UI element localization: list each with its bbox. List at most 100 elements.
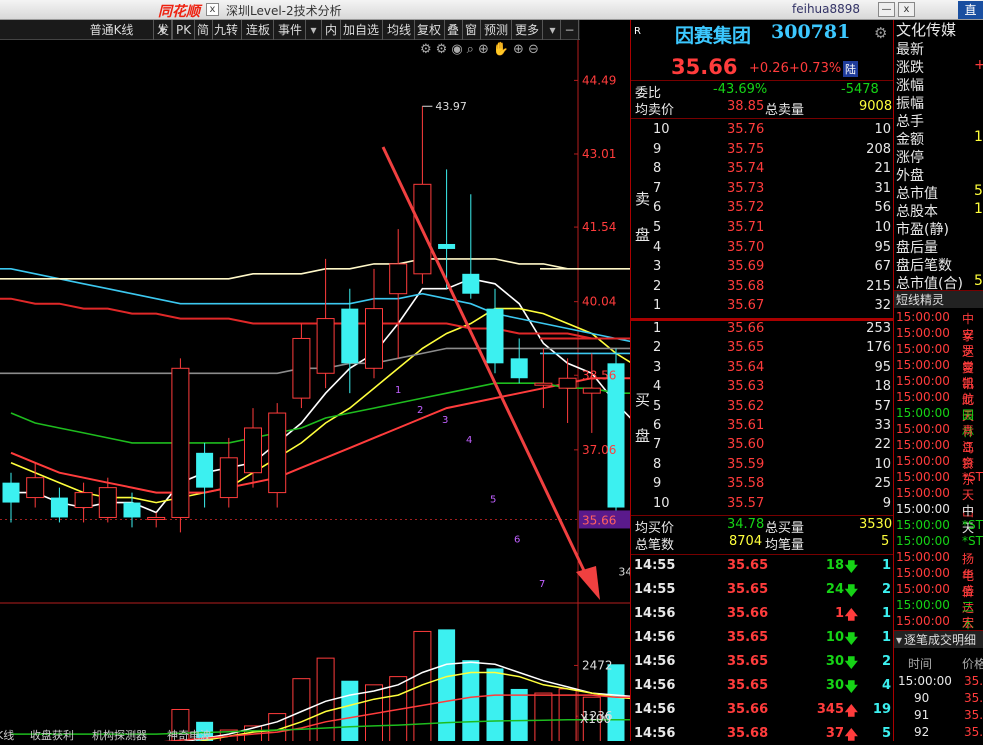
book-level: 3 (653, 359, 662, 375)
tab-institution[interactable]: 机构探测器 (92, 729, 147, 741)
sprite-title[interactable]: 短线精灵 (894, 290, 983, 308)
ask-row[interactable]: 1 35.67 32 (631, 297, 894, 315)
bid-row[interactable]: 4 35.63 18 (631, 378, 894, 396)
sprite-row[interactable]: 15:00:00 *ST (894, 470, 983, 486)
sprite-row[interactable]: 15:00:00 盛达 (894, 582, 983, 615)
event-dropdown-icon[interactable]: ▾ (306, 20, 322, 40)
sprite-row[interactable]: 15:00:00 安达 (894, 326, 983, 359)
sprite-row[interactable]: 15:00:00 江铃 (894, 438, 983, 471)
sector-title[interactable]: 文化传媒 (896, 19, 956, 40)
bid-row[interactable]: 10 35.57 9 (631, 495, 894, 513)
bid-row[interactable]: 9 35.58 25 (631, 475, 894, 493)
sprite-row[interactable]: 15:00:00 航天 (894, 390, 983, 423)
bid-row[interactable]: 8 35.59 10 (631, 456, 894, 474)
ask-row[interactable]: 2 35.68 215 (631, 278, 894, 296)
sprite-row[interactable]: 15:00:00 *ST (894, 534, 983, 550)
live-button[interactable]: 直 (958, 1, 983, 19)
zoom-icon[interactable]: ⊕ (478, 42, 493, 57)
ask-row[interactable]: 7 35.73 31 (631, 180, 894, 198)
ask-row[interactable]: 3 35.69 67 (631, 258, 894, 276)
sprite-row[interactable]: 15:00:00 罗曼 (894, 342, 983, 375)
toolbar-item-adjust[interactable]: 复权 (414, 20, 446, 40)
toolbar-item-fa[interactable]: 发 (154, 20, 174, 40)
sprite-row[interactable]: 15:00:00 园林 (894, 406, 983, 439)
book-level: 5 (653, 220, 662, 235)
ask-row[interactable]: 4 35.70 95 (631, 239, 894, 257)
sprite-row[interactable]: 15:00:00 京东 (894, 454, 983, 487)
ask-row[interactable]: 6 35.72 56 (631, 199, 894, 217)
toolbar-item-watchlist[interactable]: 加自选 (340, 20, 384, 40)
sprite-row[interactable]: 15:00:00宏创 (894, 614, 983, 647)
minimize-icon[interactable]: — (878, 2, 895, 17)
tick-row[interactable]: 14:56 35.66 1 🡅 1 (631, 603, 894, 627)
toolbar-item-overlay[interactable]: 叠 (444, 20, 464, 40)
toolbar-item-limitup[interactable]: 连板 (243, 20, 275, 40)
sprite-row[interactable]: 15:00:00 常铝 (894, 358, 983, 391)
tick-row[interactable]: 14:56 35.65 30 🡇 2 (631, 651, 894, 675)
toolbar-item-predict[interactable]: 预测 (481, 20, 513, 40)
tick-row[interactable]: 14:56 35.66 345 🡅 19 (631, 699, 894, 723)
bid-row[interactable]: 3 35.64 95 (631, 359, 894, 377)
tick-list[interactable]: 14:55 35.65 18 🡇 1 14:55 35.65 24 🡇 2 14:56 35.66 1 🡅… (631, 554, 894, 741)
kline-type-select[interactable]: 普通K线 (70, 20, 154, 40)
sprite-row[interactable]: 15:00:00 *ST (894, 518, 983, 534)
sprite-row[interactable]: 15:00:00 中孚 (894, 310, 983, 343)
sprite-row[interactable]: 15:00:00 华侨 (894, 566, 983, 599)
plus-icon[interactable]: ⊕ (513, 42, 528, 57)
close-chart-icon[interactable]: x (206, 3, 219, 16)
kline-chart-svg[interactable]: 44.4943.0141.5440.0438.5637.0635.6624721… (0, 40, 673, 745)
toolbar-item-pk[interactable]: PK (173, 20, 196, 40)
minus-icon[interactable]: ⊖ (528, 42, 543, 57)
search-icon[interactable]: ⌕ (467, 42, 478, 57)
settings-icon[interactable]: ⚙ (436, 42, 452, 57)
weibi-row: 委比 -43.69% -5478 (631, 80, 894, 101)
ask-row[interactable]: 10 35.76 10 (631, 121, 894, 139)
more-dropdown-icon[interactable]: ▾ (545, 20, 561, 40)
sprite-row[interactable]: 15:00:00 凯龙 (894, 374, 983, 407)
hand-icon[interactable]: ✋ (493, 42, 513, 57)
trade-detail-title[interactable]: 逐笔成交明细 (904, 633, 976, 647)
gear-icon[interactable]: ⚙ (420, 42, 436, 57)
price-change: +0.26 (749, 61, 789, 76)
sprite-row[interactable]: 15:00:00 中天 (894, 502, 983, 535)
tick-row[interactable]: 14:55 35.65 18 🡇 1 (631, 555, 894, 579)
ask-row[interactable]: 5 35.71 10 (631, 219, 894, 237)
bid-row[interactable]: 1 35.66 253 (631, 320, 894, 338)
ask-row[interactable]: 9 35.75 208 (631, 141, 894, 159)
tick-row[interactable]: 14:55 35.65 24 🡇 2 (631, 579, 894, 603)
tick-row[interactable]: 14:56 35.65 10 🡇 1 (631, 627, 894, 651)
toolbar-item-window[interactable]: 窗 (462, 20, 482, 40)
tick-row[interactable]: 14:56 35.68 37 🡅 5 (631, 723, 894, 741)
toolbar-item-more[interactable]: 更多 (512, 20, 544, 40)
toolbar-item-nine[interactable]: 九转 (211, 20, 243, 40)
tab-wave[interactable]: 神奇电波 (167, 729, 211, 741)
eye-icon[interactable]: ◉ (451, 42, 466, 57)
candle-body-down (486, 308, 504, 364)
toolbar-item-event[interactable]: 事件 (275, 20, 307, 40)
tick-row[interactable]: 14:56 35.65 30 🡇 4 (631, 675, 894, 699)
sprite-row[interactable]: 15:00:00 扬电 (894, 550, 983, 583)
collapse-icon[interactable]: − (561, 20, 579, 40)
stat-row: 外盘 (894, 165, 983, 184)
connect-tag: 陆 (843, 61, 858, 77)
username[interactable]: feihua8898 (792, 2, 860, 16)
bid-row[interactable]: 5 35.62 57 (631, 398, 894, 416)
toolbar-item-inner[interactable]: 内 (322, 20, 342, 40)
trade-detail-header: ▾ 逐笔成交明细 (894, 630, 983, 648)
toolbar-item-ma[interactable]: 均线 (384, 20, 416, 40)
sprite-row[interactable]: 15:00:00 青岛 (894, 422, 983, 455)
bid-row[interactable]: 7 35.60 22 (631, 436, 894, 454)
panel-settings-icon[interactable]: ⚙ (874, 24, 887, 42)
close-window-icon[interactable]: x (898, 2, 915, 17)
bid-row[interactable]: 2 35.65 176 (631, 339, 894, 357)
kline-chart-area[interactable]: 44.49 43.01 41.54 40.04 38.56 37.06 35.66 2472 1… (0, 40, 673, 745)
trend-arrow-line (381, 146, 589, 578)
sprite-row[interactable]: 15:00:00 三木 (894, 598, 983, 631)
tab-profit[interactable]: 收盘获利 (30, 729, 74, 741)
bid-row[interactable]: 6 35.61 33 (631, 417, 894, 435)
ask-row[interactable]: 8 35.74 21 (631, 160, 894, 178)
book-price: 35.75 (727, 141, 765, 157)
sprite-row[interactable]: 15:00:00 天山 (894, 486, 983, 519)
tab-kline[interactable]: K线 (0, 729, 14, 741)
trade-collapse-icon[interactable]: ▾ (894, 633, 904, 647)
